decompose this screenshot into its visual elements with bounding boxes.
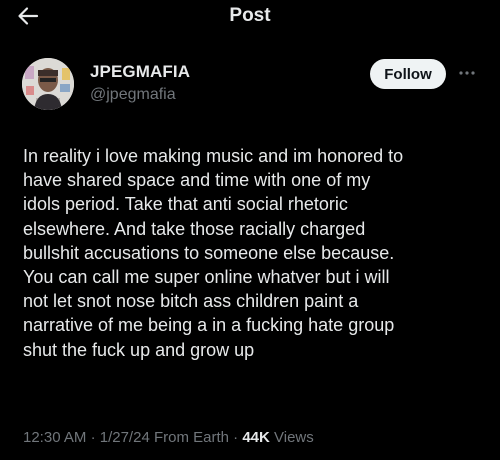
author-row: JPEGMAFIA @jpegmafia Follow	[22, 58, 482, 110]
avatar[interactable]	[22, 58, 74, 110]
separator: ·	[233, 429, 243, 446]
top-bar: Post	[0, 0, 500, 34]
views-count[interactable]: 44K	[242, 429, 270, 446]
page-title: Post	[229, 5, 271, 26]
more-horizontal-icon	[459, 71, 475, 75]
follow-button[interactable]: Follow	[370, 59, 446, 89]
post-time[interactable]: 12:30 AM	[23, 429, 86, 446]
post-date[interactable]: 1/27/24	[100, 429, 150, 446]
more-options-button[interactable]	[452, 62, 482, 84]
post-text: In reality i love making music and im ho…	[23, 146, 404, 360]
avatar-image	[22, 58, 74, 110]
author-handle[interactable]: @jpegmafia	[90, 86, 176, 104]
author-display-name[interactable]: JPEGMAFIA	[90, 62, 190, 82]
post-metadata: 12:30 AM · 1/27/24 From Earth · 44K View…	[23, 429, 314, 446]
separator: ·	[90, 429, 100, 446]
post-source: From Earth	[153, 429, 229, 446]
views-label: Views	[274, 429, 314, 446]
